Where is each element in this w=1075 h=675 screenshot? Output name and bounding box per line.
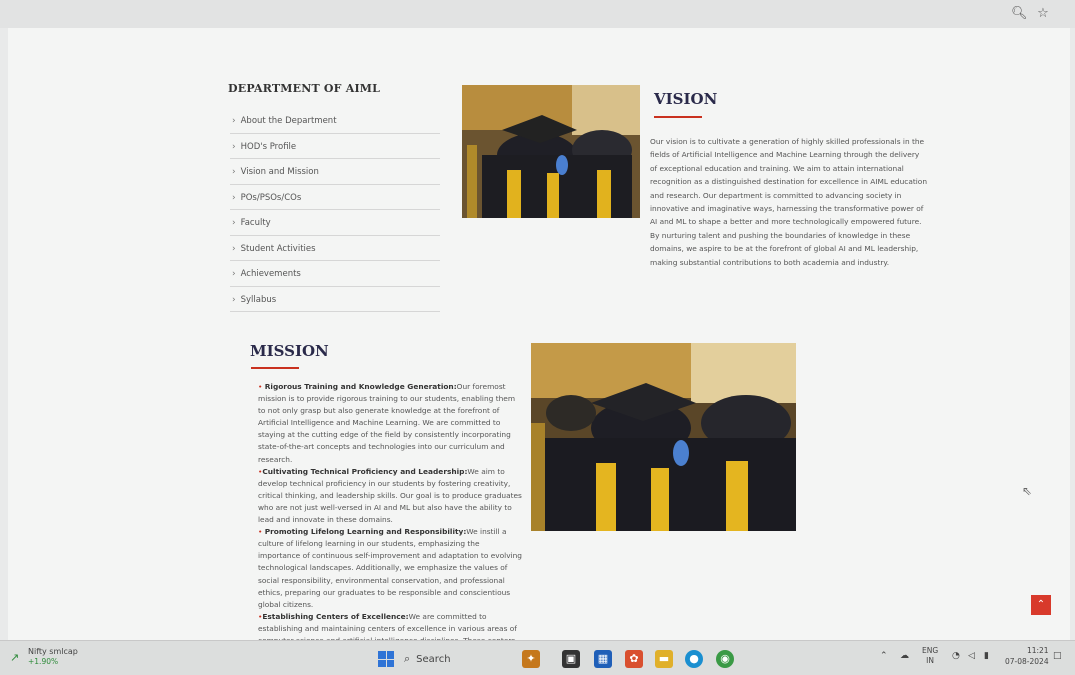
store-app-icon[interactable]: ▦ xyxy=(594,650,612,668)
nav-item-label: About the Department xyxy=(240,116,337,126)
mission-item: • Promoting Lifelong Learning and Respon… xyxy=(258,526,522,611)
widgets-app-icon[interactable]: ✦ xyxy=(522,650,540,668)
nav-item-syllabus[interactable]: › Syllabus xyxy=(230,287,440,312)
chevron-right-icon: › xyxy=(232,243,236,254)
taskbar: ↗ Nifty smlcap +1.90% ⌕ Search ✦ ▣ ▦ ✿ ▬ … xyxy=(0,640,1075,675)
nav-item-label: Vision and Mission xyxy=(240,167,319,177)
mission-item-heading: Rigorous Training and Knowledge Generati… xyxy=(264,382,457,391)
mission-item: •Establishing Centers of Excellence:We a… xyxy=(258,611,522,640)
department-title: DEPARTMENT OF AIML xyxy=(228,82,381,95)
search-icon: ⌕ xyxy=(404,652,411,665)
nav-item-faculty[interactable]: › Faculty xyxy=(230,210,440,236)
mission-item-heading: Establishing Centers of Excellence: xyxy=(262,611,409,621)
stock-widget-name: Nifty smlcap xyxy=(28,647,78,656)
windows-start-icon[interactable] xyxy=(378,651,394,667)
vision-heading: VISION xyxy=(654,90,718,108)
chevron-right-icon: › xyxy=(232,141,236,152)
nav-item-vision-mission[interactable]: › Vision and Mission xyxy=(230,159,440,185)
scroll-to-top-button[interactable]: ⌃ xyxy=(1031,595,1051,615)
chevron-up-icon: ⌃ xyxy=(1036,599,1046,610)
mission-list: • Rigorous Training and Knowledge Genera… xyxy=(258,381,522,640)
graduation-photo-large xyxy=(531,343,796,531)
graduation-photo xyxy=(462,85,640,218)
language-code: ENG xyxy=(922,646,939,655)
nav-item-label: POs/PSOs/COs xyxy=(240,192,302,203)
bullet-icon: • xyxy=(258,527,265,537)
stock-chart-icon: ↗ xyxy=(10,651,20,664)
taskbar-search[interactable]: ⌕ Search xyxy=(404,649,504,669)
vision-underline xyxy=(654,116,702,118)
bookmark-star-icon[interactable]: ☆ xyxy=(1035,6,1051,22)
stock-widget-change: +1.90% xyxy=(28,657,59,666)
mission-item-heading: Promoting Lifelong Learning and Responsi… xyxy=(264,527,467,537)
bullet-icon: • xyxy=(258,382,265,391)
nav-item-label: Faculty xyxy=(240,218,271,228)
nav-item-about[interactable]: › About the Department xyxy=(230,108,440,134)
nav-item-label: Syllabus xyxy=(240,294,277,305)
mission-item-text: We instill a culture of lifelong learnin… xyxy=(258,527,522,609)
clock-time: 11:21 xyxy=(1026,646,1049,655)
browser-toolbar: 🔍︎ ☆ xyxy=(0,0,1075,28)
mission-heading: MISSION xyxy=(250,342,329,360)
notification-bell-icon[interactable]: □ xyxy=(1053,651,1062,661)
chevron-right-icon: › xyxy=(232,218,236,228)
file-explorer-icon[interactable]: ▬ xyxy=(655,650,673,668)
taskbar-search-label: Search xyxy=(416,654,451,665)
volume-icon[interactable]: ◁ xyxy=(968,651,975,661)
mission-item: • Rigorous Training and Knowledge Genera… xyxy=(258,381,522,466)
mission-item-text: Our foremost mission is to provide rigor… xyxy=(258,382,516,464)
nav-item-label: Student Activities xyxy=(240,243,316,254)
nav-item-label: Achievements xyxy=(240,269,301,279)
region-code: IN xyxy=(926,656,934,665)
language-indicator[interactable]: ENG IN xyxy=(922,646,938,666)
wifi-icon[interactable]: ◔ xyxy=(952,651,960,661)
chevron-right-icon: › xyxy=(232,294,236,305)
chrome-browser-icon[interactable]: ◉ xyxy=(716,650,734,668)
photos-app-icon[interactable]: ✿ xyxy=(625,650,643,668)
stock-widget[interactable]: Nifty smlcap +1.90% xyxy=(28,647,78,666)
chevron-up-icon[interactable]: ⌃ xyxy=(880,651,888,661)
mission-item-heading: Cultivating Technical Proficiency and Le… xyxy=(262,466,468,476)
task-view-icon[interactable]: ▣ xyxy=(562,650,580,668)
chevron-right-icon: › xyxy=(232,192,236,203)
chevron-right-icon: › xyxy=(232,167,236,177)
mission-item: •Cultivating Technical Proficiency and L… xyxy=(258,466,522,526)
nav-item-pos-psos-cos[interactable]: › POs/PSOs/COs xyxy=(230,185,440,210)
mission-underline xyxy=(251,367,299,369)
edge-browser-icon[interactable]: ● xyxy=(685,650,703,668)
nav-item-label: HOD's Profile xyxy=(240,141,297,152)
battery-icon[interactable]: ▮ xyxy=(984,651,989,661)
nav-item-hod-profile[interactable]: › HOD's Profile xyxy=(230,134,440,159)
vision-paragraph: Our vision is to cultivate a generation … xyxy=(650,137,928,267)
nav-item-student-activities[interactable]: › Student Activities xyxy=(230,236,440,261)
zoom-icon[interactable]: 🔍︎ xyxy=(1011,6,1028,22)
system-clock[interactable]: 11:21 07-08-2024 xyxy=(1005,645,1049,667)
nav-item-achievements[interactable]: › Achievements xyxy=(230,261,440,287)
chevron-right-icon: › xyxy=(232,116,236,126)
onedrive-icon[interactable]: ☁ xyxy=(900,651,909,661)
mouse-cursor-icon: ⇖ xyxy=(1022,484,1033,498)
web-page: DEPARTMENT OF AIML › About the Department… xyxy=(8,28,1070,640)
department-nav: › About the Department › HOD's Profile › Vi… xyxy=(230,108,440,312)
chevron-right-icon: › xyxy=(232,269,236,279)
clock-date: 07-08-2024 xyxy=(1005,657,1049,666)
